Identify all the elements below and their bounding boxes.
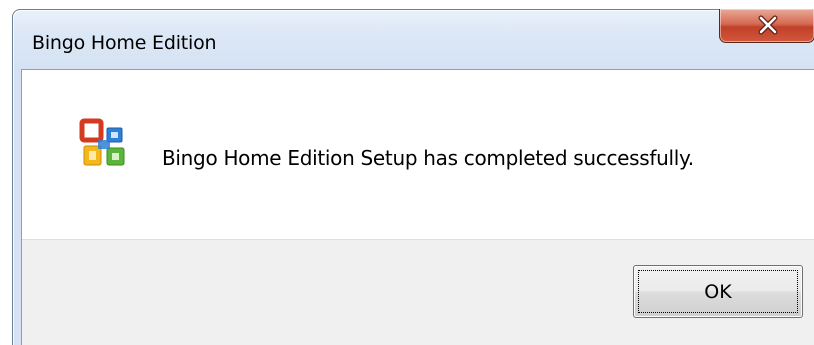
message-area: Bingo Home Edition Setup has completed s… xyxy=(22,70,814,239)
window-title: Bingo Home Edition xyxy=(32,32,217,54)
office-setup-icon xyxy=(79,118,125,166)
completion-message: Bingo Home Edition Setup has completed s… xyxy=(162,146,694,170)
page: Bingo Home Edition Bingo Home Edition Se… xyxy=(0,0,814,345)
dialog-window: Bingo Home Edition Bingo Home Edition Se… xyxy=(12,9,814,345)
ok-button[interactable]: OK xyxy=(633,265,803,318)
ok-button-label: OK xyxy=(704,280,732,303)
button-bar: OK xyxy=(22,239,814,345)
close-button[interactable] xyxy=(719,9,814,43)
focus-rectangle: OK xyxy=(638,270,798,313)
title-bar[interactable]: Bingo Home Edition xyxy=(13,9,814,70)
close-x-icon xyxy=(758,15,778,35)
dialog-client-area: Bingo Home Edition Setup has completed s… xyxy=(21,69,814,345)
